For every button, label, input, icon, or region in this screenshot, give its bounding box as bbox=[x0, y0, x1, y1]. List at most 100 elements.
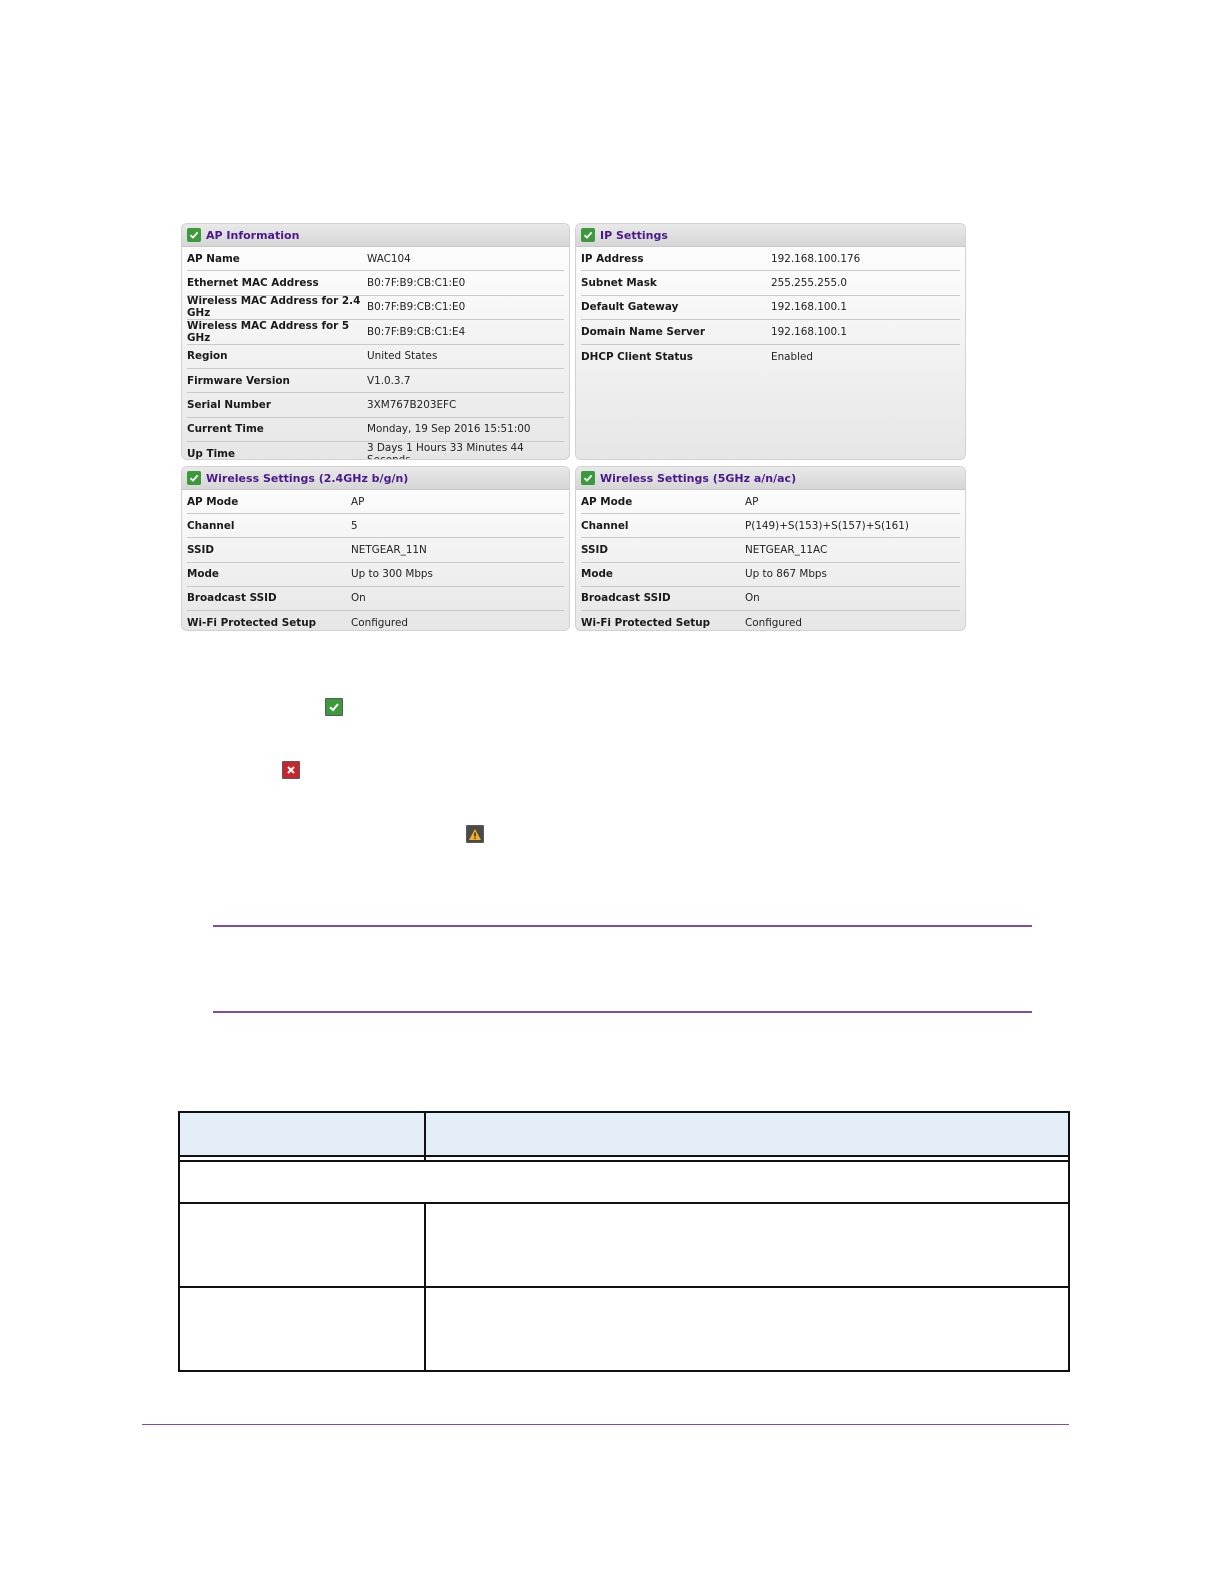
status-row: Firmware Version V1.0.3.7 bbox=[187, 369, 564, 394]
check-icon bbox=[187, 471, 201, 485]
status-row: AP Name WAC104 bbox=[187, 247, 564, 272]
row-label: Default Gateway bbox=[581, 301, 679, 314]
row-label: AP Mode bbox=[581, 495, 633, 508]
status-row: Wireless MAC Address for 5 GHz B0:7F:B9:C… bbox=[187, 319, 564, 345]
check-icon bbox=[187, 228, 201, 242]
check-icon bbox=[581, 228, 595, 242]
row-value: B0:7F:B9:CB:C1:E4 bbox=[367, 325, 466, 338]
row-label: Broadcast SSID bbox=[187, 592, 277, 605]
row-label: Firmware Version bbox=[187, 374, 290, 387]
row-label: Serial Number bbox=[187, 399, 271, 412]
row-label: Domain Name Server bbox=[581, 325, 705, 338]
row-label: Channel bbox=[581, 519, 629, 532]
row-value: AP bbox=[351, 495, 365, 508]
status-row: Wi-Fi Protected Setup Configured bbox=[187, 611, 564, 630]
row-value: 192.168.100.1 bbox=[771, 301, 848, 314]
status-row: Channel 5 bbox=[187, 514, 564, 539]
row-value: On bbox=[351, 592, 366, 605]
row-value: WAC104 bbox=[367, 252, 411, 265]
row-value: Up to 867 Mbps bbox=[745, 568, 827, 581]
row-value: NETGEAR_11AC bbox=[745, 543, 828, 556]
table-row bbox=[178, 1202, 1070, 1288]
ip-settings-panel: IP Settings IP Address 192.168.100.176 Sub… bbox=[575, 223, 966, 460]
table-header-cell bbox=[424, 1111, 1070, 1157]
row-label: Region bbox=[187, 350, 228, 363]
status-row: DHCP Client Status Enabled bbox=[581, 345, 960, 369]
row-label: Mode bbox=[187, 568, 219, 581]
footer-rule bbox=[142, 1424, 1069, 1425]
row-value: Configured bbox=[745, 617, 802, 630]
status-row: Ethernet MAC Address B0:7F:B9:CB:C1:E0 bbox=[187, 271, 564, 296]
row-label: Current Time bbox=[187, 423, 264, 436]
note-bottom-rule bbox=[213, 1011, 1032, 1013]
warning-icon bbox=[466, 825, 484, 843]
row-label: AP Name bbox=[187, 252, 240, 265]
check-icon bbox=[581, 471, 595, 485]
status-row: Serial Number 3XM767B203EFC bbox=[187, 393, 564, 418]
row-label: Wi-Fi Protected Setup bbox=[187, 617, 317, 630]
status-row: Subnet Mask 255.255.255.0 bbox=[581, 271, 960, 296]
table-cell bbox=[424, 1202, 1070, 1288]
wireless-5ghz-rows: AP Mode AP Channel P(149)+S(153)+S(157)+S(1… bbox=[576, 490, 965, 630]
row-value: Configured bbox=[351, 617, 408, 630]
row-value: 3XM767B203EFC bbox=[367, 399, 457, 412]
row-label: Wireless MAC Address for 2.4 GHz bbox=[187, 295, 361, 320]
row-value: V1.0.3.7 bbox=[367, 374, 411, 387]
row-label: Up Time bbox=[187, 448, 236, 460]
check-icon bbox=[325, 698, 343, 716]
ap-information-panel: AP Information AP Name WAC104 Ethernet MAC… bbox=[181, 223, 570, 460]
row-label: Wireless MAC Address for 5 GHz bbox=[187, 319, 350, 344]
table-section-cell bbox=[178, 1160, 1070, 1204]
row-value: P(149)+S(153)+S(157)+S(161) bbox=[745, 519, 909, 532]
row-value: 192.168.100.1 bbox=[771, 325, 848, 338]
table-cell bbox=[424, 1286, 1070, 1372]
row-value: 192.168.100.176 bbox=[771, 252, 861, 265]
status-row: Default Gateway 192.168.100.1 bbox=[581, 296, 960, 321]
note-top-rule bbox=[213, 925, 1032, 927]
panel-title: AP Information bbox=[206, 228, 300, 242]
table-cell bbox=[178, 1286, 426, 1372]
row-label: Broadcast SSID bbox=[581, 592, 671, 605]
status-row: Current Time Monday, 19 Sep 2016 15:51:00 bbox=[187, 418, 564, 443]
status-row: Up Time 3 Days 1 Hours 33 Minutes 44 Seco… bbox=[187, 442, 564, 460]
panel-header: AP Information bbox=[182, 224, 569, 247]
status-row: AP Mode AP bbox=[187, 490, 564, 515]
status-row: Broadcast SSID On bbox=[187, 587, 564, 611]
row-label: Subnet Mask bbox=[581, 277, 657, 290]
panel-header: Wireless Settings (2.4GHz b/g/n) bbox=[182, 467, 569, 490]
row-value: On bbox=[745, 592, 760, 605]
panel-header: Wireless Settings (5GHz a/n/ac) bbox=[576, 467, 965, 490]
row-label: Mode bbox=[581, 568, 613, 581]
table-header-cell bbox=[178, 1111, 426, 1157]
ap-information-rows: AP Name WAC104 Ethernet MAC Address B0:7F:B… bbox=[182, 247, 569, 460]
row-label: SSID bbox=[187, 543, 214, 556]
row-value: B0:7F:B9:CB:C1:E0 bbox=[367, 277, 466, 290]
wireless-24ghz-rows: AP Mode AP Channel 5 SSID NETGEAR_11N Mode Up t… bbox=[182, 490, 569, 630]
panel-title: Wireless Settings (5GHz a/n/ac) bbox=[600, 471, 797, 485]
status-row: SSID NETGEAR_11N bbox=[187, 538, 564, 563]
row-value: 255.255.255.0 bbox=[771, 277, 848, 290]
row-value: United States bbox=[367, 350, 438, 363]
row-label: SSID bbox=[581, 543, 608, 556]
status-row: Channel P(149)+S(153)+S(157)+S(161) bbox=[581, 514, 960, 539]
status-row: Mode Up to 867 Mbps bbox=[581, 563, 960, 587]
wireless-24ghz-panel: Wireless Settings (2.4GHz b/g/n) AP Mode… bbox=[181, 466, 570, 631]
status-row: SSID NETGEAR_11AC bbox=[581, 538, 960, 563]
row-value: 5 bbox=[351, 519, 358, 532]
status-row: Broadcast SSID On bbox=[581, 587, 960, 611]
row-label: Ethernet MAC Address bbox=[187, 277, 319, 290]
row-value: NETGEAR_11N bbox=[351, 543, 427, 556]
wireless-5ghz-panel: Wireless Settings (5GHz a/n/ac) AP Mode A… bbox=[575, 466, 966, 631]
settings-table bbox=[178, 1111, 1070, 1372]
status-row: AP Mode AP bbox=[581, 490, 960, 515]
table-header-row bbox=[178, 1111, 1070, 1157]
row-value: Monday, 19 Sep 2016 15:51:00 bbox=[367, 423, 531, 436]
status-row: Mode Up to 300 Mbps bbox=[187, 563, 564, 587]
row-label: IP Address bbox=[581, 252, 644, 265]
row-value: Up to 300 Mbps bbox=[351, 568, 433, 581]
row-value: 3 Days 1 Hours 33 Minutes 44 Seconds bbox=[367, 442, 524, 459]
ip-settings-rows: IP Address 192.168.100.176 Subnet Mask 255.… bbox=[576, 247, 965, 369]
row-value: AP bbox=[745, 495, 759, 508]
status-row: Region United States bbox=[187, 345, 564, 369]
table-section-row bbox=[178, 1160, 1070, 1204]
